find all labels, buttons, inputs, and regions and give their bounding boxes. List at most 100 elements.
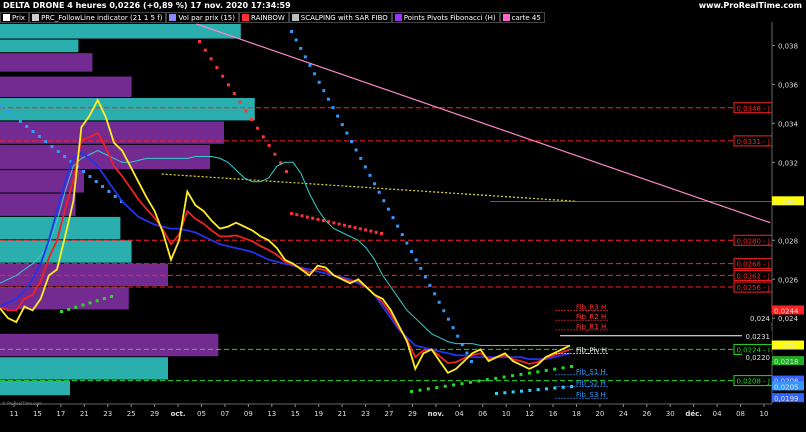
sar-dot: [495, 392, 498, 395]
x-tick-label: nov.: [428, 410, 444, 418]
sar-dot: [418, 388, 422, 392]
legend-item[interactable]: carte 45: [499, 12, 545, 23]
sar-dot: [317, 80, 321, 84]
sar-dot: [81, 303, 85, 307]
sar-dot: [294, 38, 298, 42]
sar-dot: [267, 144, 271, 147]
level-label: 0,0256 - J: [736, 284, 770, 292]
sar-dot: [232, 92, 236, 95]
sar-dot: [113, 195, 117, 198]
sar-dot: [452, 383, 456, 387]
sar-dot: [337, 222, 341, 226]
brand-link[interactable]: www.ProRealTime.com: [699, 0, 802, 11]
price-tag-label: 0,024: [750, 315, 771, 323]
sar-dot: [326, 97, 330, 101]
fib-label: Fib_R1 H: [576, 323, 606, 331]
fib-label: Fib_R3 H: [576, 303, 606, 311]
legend-item[interactable]: Vol par prix (15): [166, 12, 239, 23]
sar-dot: [101, 185, 105, 188]
sar-dot: [56, 150, 60, 153]
x-tick-label: 29: [408, 410, 417, 418]
legend-item[interactable]: Prix: [0, 12, 30, 23]
price-tag-label: 0,0226: [774, 343, 799, 351]
x-tick-label: 24: [619, 410, 628, 418]
sar-dot: [405, 241, 409, 245]
sar-dot: [18, 120, 22, 123]
volume-bar: [0, 240, 132, 263]
sar-dot: [561, 366, 565, 370]
level-label: 0,0268 - J: [736, 261, 770, 269]
sar-dot: [437, 300, 441, 304]
sar-dot: [345, 131, 349, 135]
level-label: 0,0348 - J: [736, 105, 770, 113]
sar-dot: [386, 207, 390, 211]
sar-dot: [308, 63, 312, 67]
fib-label: Fib_R2 H: [576, 313, 606, 321]
sar-dot: [374, 230, 378, 234]
price-chart[interactable]: 0,0348 - J 0,0331 - J 0,0280 - J 0,0268 - J…: [0, 0, 806, 432]
sar-dot: [553, 386, 557, 390]
x-tick-label: 30: [666, 410, 675, 418]
sar-dot: [303, 55, 307, 59]
volume-bar: [0, 357, 168, 380]
legend-item[interactable]: PRC_FollowLine indicator (21 1 5 f): [29, 12, 167, 23]
price-tag-label: 0,0218: [774, 358, 799, 366]
sar-dot: [6, 110, 10, 113]
sar-dot: [377, 190, 381, 194]
x-tick-label: 19: [314, 410, 323, 418]
sar-dot: [380, 232, 383, 235]
downtrend-line: [196, 23, 771, 224]
volume-bar: [0, 333, 219, 357]
legend-item[interactable]: Points Pivots Fibonacci (H): [391, 12, 500, 23]
x-tick-label: 20: [595, 410, 604, 418]
price-tag-label: 0,0220: [746, 354, 771, 362]
legend-item[interactable]: SCALPING with SAR FIBO: [288, 12, 392, 23]
sar-dot: [369, 229, 373, 233]
legend-swatch-icon: [169, 14, 177, 21]
sar-dot: [67, 307, 71, 311]
x-tick-label: 11: [10, 410, 19, 418]
sar-dot: [391, 216, 395, 220]
sar-dot: [428, 283, 432, 287]
x-tick-label: 15: [33, 410, 42, 418]
x-tick-label: 10: [502, 410, 511, 418]
x-tick-label: 26: [642, 410, 651, 418]
volume-bar: [0, 23, 241, 39]
sar-dot: [244, 109, 248, 113]
level-label: 0,0280 - J: [736, 237, 770, 245]
sar-dot: [494, 376, 498, 380]
fib-label: Fib_S2 H: [576, 379, 606, 387]
sar-dot: [396, 224, 400, 228]
legend-item[interactable]: RAINBOW: [238, 12, 289, 23]
sar-dot: [342, 223, 346, 227]
sar-dot: [502, 375, 506, 379]
sar-dot: [382, 199, 386, 203]
x-tick-label: 12: [525, 410, 534, 418]
price-tag-label: 0,0199: [774, 395, 799, 403]
sar-dot: [519, 372, 523, 376]
sar-dot: [295, 213, 299, 217]
sar-dot: [348, 224, 352, 228]
sar-dot: [350, 140, 353, 143]
sar-dot: [511, 390, 515, 394]
x-tick-label: 13: [267, 410, 276, 418]
fib-label: Fib_S3 H: [576, 391, 606, 399]
y-tick-label: 0,038: [778, 42, 798, 50]
sar-dot: [331, 106, 335, 110]
x-tick-label: 17: [56, 410, 65, 418]
sar-dot: [94, 180, 98, 183]
x-tick-label: 06: [478, 410, 487, 418]
price-tag-label: 0,0244: [774, 307, 799, 315]
sar-dot: [63, 155, 67, 158]
x-tick-label: 08: [736, 410, 745, 418]
trend-lines: [161, 23, 771, 224]
sar-dot: [528, 388, 532, 392]
sar-dot: [250, 118, 254, 121]
sar-dot: [536, 388, 540, 392]
x-tick-label: 25: [127, 410, 136, 418]
sar-dot: [0, 105, 3, 108]
legend-swatch-icon: [241, 14, 249, 21]
volume-bar: [0, 98, 255, 121]
x-tick-label: 05: [197, 410, 206, 418]
sar-dot: [31, 130, 35, 133]
